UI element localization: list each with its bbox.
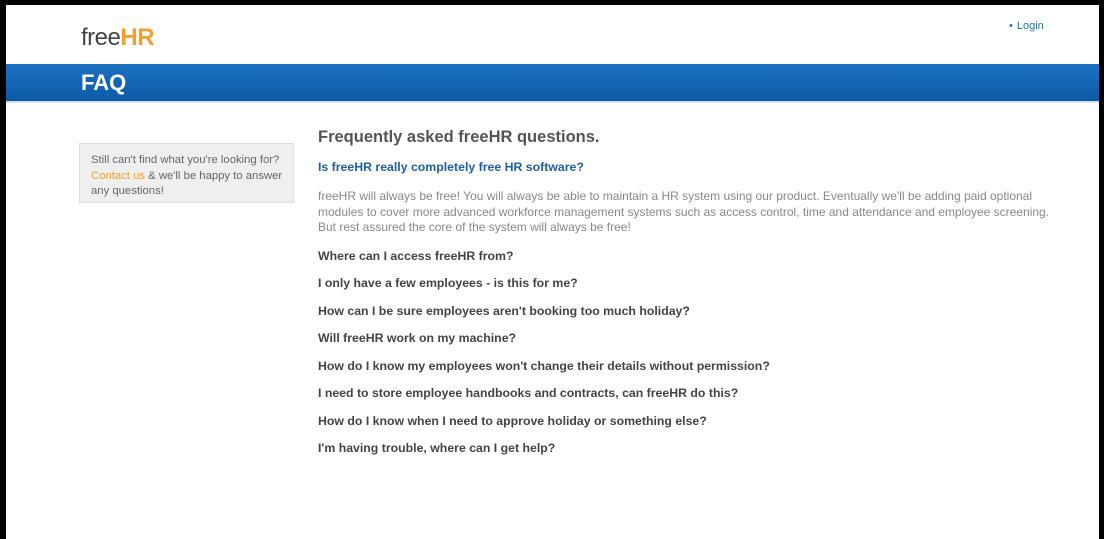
faq-question[interactable]: I'm having trouble, where can I get help… bbox=[318, 441, 1058, 456]
faq-question[interactable]: I need to store employee handbooks and c… bbox=[318, 386, 1058, 401]
site-header: freeHR • Login bbox=[6, 5, 1099, 64]
page-frame: freeHR • Login FAQ Still can't find what … bbox=[6, 5, 1099, 539]
faq-main: Frequently asked freeHR questions. Is fr… bbox=[318, 127, 1058, 469]
page-title: FAQ bbox=[81, 70, 127, 95]
logo-free-text: free bbox=[81, 24, 121, 51]
freehr-logo[interactable]: freeHR bbox=[81, 24, 155, 52]
bullet-icon: • bbox=[1009, 20, 1013, 32]
faq-question-list: Where can I access freeHR from? I only h… bbox=[318, 249, 1058, 457]
title-bar-divider bbox=[6, 101, 1099, 103]
faq-question-open[interactable]: Is freeHR really completely free HR soft… bbox=[318, 160, 1058, 175]
faq-answer: freeHR will always be free! You will alw… bbox=[318, 189, 1050, 234]
logo-hr-text: HR bbox=[120, 24, 155, 51]
faq-question[interactable]: I only have a few employees - is this fo… bbox=[318, 276, 1058, 291]
faq-heading: Frequently asked freeHR questions. bbox=[318, 128, 600, 146]
page-title-bar: FAQ bbox=[6, 64, 1099, 101]
login-label: Login bbox=[1016, 20, 1044, 32]
faq-question[interactable]: How do I know my employees won't change … bbox=[318, 359, 1058, 374]
help-sidebar-box: Still can't find what you're looking for… bbox=[79, 143, 294, 203]
faq-question[interactable]: How do I know when I need to approve hol… bbox=[318, 414, 1058, 429]
faq-question[interactable]: Will freeHR work on my machine? bbox=[318, 331, 1058, 346]
faq-question[interactable]: Where can I access freeHR from? bbox=[318, 249, 1058, 264]
contact-us-link[interactable]: Contact us bbox=[91, 170, 145, 182]
faq-question[interactable]: How can I be sure employees aren't booki… bbox=[318, 304, 1058, 319]
login-link[interactable]: • Login bbox=[1009, 20, 1044, 32]
sidebar-text-before: Still can't find what you're looking for… bbox=[91, 154, 280, 166]
